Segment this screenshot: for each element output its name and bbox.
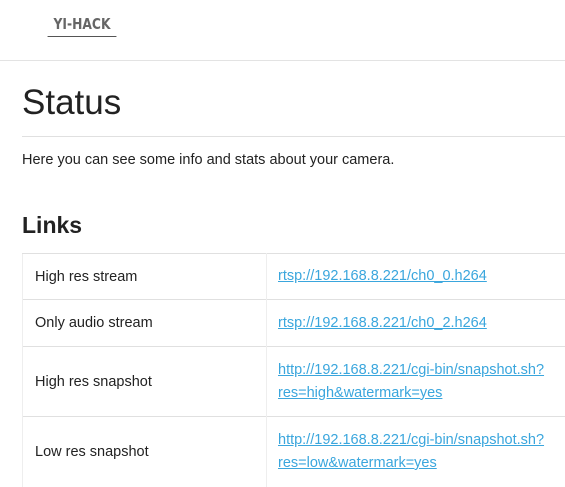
row-label: High res stream [23, 254, 267, 300]
high-res-snapshot-link[interactable]: http://192.168.8.221/cgi-bin/snapshot.sh… [278, 362, 544, 401]
yi-hack-logo[interactable]: YI-HACK [48, 12, 117, 37]
table-row: Only audio stream rtsp://192.168.8.221/c… [23, 300, 565, 347]
top-bar: YI-HACK [0, 0, 565, 61]
low-res-snapshot-link[interactable]: http://192.168.8.221/cgi-bin/snapshot.sh… [278, 432, 544, 471]
title-divider [22, 136, 565, 137]
row-label: High res snapshot [23, 347, 267, 417]
table-row: High res stream rtsp://192.168.8.221/ch0… [23, 254, 565, 300]
table-row: High res snapshot http://192.168.8.221/c… [23, 347, 565, 417]
links-section-title: Links [22, 211, 82, 239]
link-line-1: http://192.168.8.221/cgi-bin/snapshot.sh… [278, 362, 544, 378]
link-line-2: res=high&watermark=yes [278, 385, 442, 401]
link-line-2: res=low&watermark=yes [278, 455, 437, 471]
row-value: rtsp://192.168.8.221/ch0_2.h264 [267, 300, 565, 347]
high-res-stream-link[interactable]: rtsp://192.168.8.221/ch0_0.h264 [278, 268, 487, 284]
audio-stream-link[interactable]: rtsp://192.168.8.221/ch0_2.h264 [278, 315, 487, 331]
row-value: http://192.168.8.221/cgi-bin/snapshot.sh… [267, 417, 565, 487]
links-table: High res stream rtsp://192.168.8.221/ch0… [22, 253, 565, 487]
page-title: Status [22, 83, 121, 123]
row-value: rtsp://192.168.8.221/ch0_0.h264 [267, 254, 565, 300]
table-row: Low res snapshot http://192.168.8.221/cg… [23, 417, 565, 487]
row-label: Only audio stream [23, 300, 267, 347]
intro-text: Here you can see some info and stats abo… [22, 150, 394, 170]
row-value: http://192.168.8.221/cgi-bin/snapshot.sh… [267, 347, 565, 417]
row-label: Low res snapshot [23, 417, 267, 487]
link-line-1: http://192.168.8.221/cgi-bin/snapshot.sh… [278, 432, 544, 448]
